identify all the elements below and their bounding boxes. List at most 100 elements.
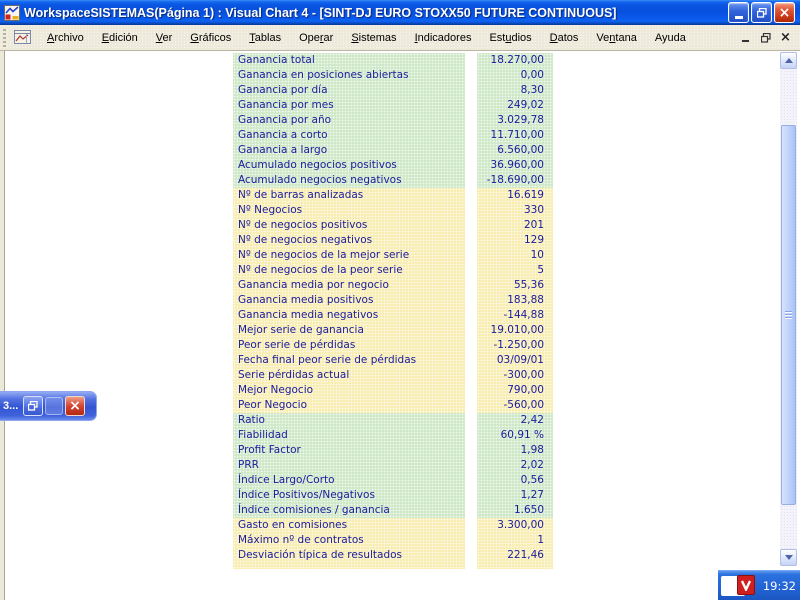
menu-item-tablas[interactable]: Tablas xyxy=(240,28,290,48)
table-row: Índice Largo/Corto 0,56 xyxy=(233,473,553,488)
table-row: Mejor serie de ganancia 19.010,00 xyxy=(233,323,553,338)
window-title: WorkspaceSISTEMAS(Página 1) : Visual Cha… xyxy=(24,5,617,20)
column-gap xyxy=(465,338,477,353)
table-row: Índice Positivos/Negativos 1,27 xyxy=(233,488,553,503)
stat-value: 6.560,00 xyxy=(477,143,553,158)
column-gap xyxy=(465,473,477,488)
minimized-close-button[interactable]: × xyxy=(65,396,85,416)
toolbar-gripper[interactable] xyxy=(3,28,6,47)
scroll-down-button[interactable] xyxy=(780,549,797,566)
minimize-button[interactable] xyxy=(728,2,749,23)
stat-label: Nº de negocios positivos xyxy=(233,218,465,233)
column-gap xyxy=(465,503,477,518)
stat-value xyxy=(477,563,553,569)
menu-item-estudios[interactable]: Estudios xyxy=(480,28,540,48)
stat-label: Mejor Negocio xyxy=(233,383,465,398)
mdi-restore-button[interactable] xyxy=(759,31,772,44)
menu-bar-container: Archivo Edición Ver Gráficos Tablas Operar Sis… xyxy=(0,25,800,51)
column-gap xyxy=(465,443,477,458)
mdi-minimize-button[interactable] xyxy=(739,31,752,44)
menu-item-ventana[interactable]: Ventana xyxy=(587,28,645,48)
stat-label: Serie pérdidas actual xyxy=(233,368,465,383)
vertical-scrollbar[interactable] xyxy=(780,52,797,566)
table-row: Ganancia por año 3.029,78 xyxy=(233,113,553,128)
taskbar-clock[interactable]: 19:32 xyxy=(763,579,796,593)
stat-value: 1,27 xyxy=(477,488,553,503)
column-gap xyxy=(465,218,477,233)
column-gap xyxy=(465,533,477,548)
menu-item-archivo[interactable]: Archivo xyxy=(38,28,93,48)
menu-item-graficos[interactable]: Gráficos xyxy=(181,28,240,48)
stat-label: Mejor serie de ganancia xyxy=(233,323,465,338)
menu-item-edicion[interactable]: Edición xyxy=(93,28,147,48)
column-gap xyxy=(465,173,477,188)
menu-item-operar[interactable]: Operar xyxy=(290,28,342,48)
table-row: Ganancia a largo 6.560,00 xyxy=(233,143,553,158)
stat-label: Índice Largo/Corto xyxy=(233,473,465,488)
table-row xyxy=(233,563,553,569)
column-gap xyxy=(465,143,477,158)
column-gap xyxy=(465,293,477,308)
tray-icon-visualchart[interactable] xyxy=(737,575,755,595)
thumb-grip-icon xyxy=(785,311,792,319)
scrollbar-thumb[interactable] xyxy=(781,125,796,505)
stat-label: Nº de negocios de la mejor serie xyxy=(233,248,465,263)
stat-value: 790,00 xyxy=(477,383,553,398)
arrow-up-icon xyxy=(784,58,793,63)
stat-value: 1.650 xyxy=(477,503,553,518)
table-row: Ganancia a corto 11.710,00 xyxy=(233,128,553,143)
menu-item-ver[interactable]: Ver xyxy=(147,28,182,48)
stat-label: Índice comisiones / ganancia xyxy=(233,503,465,518)
column-gap xyxy=(465,203,477,218)
table-row: Mejor Negocio 790,00 xyxy=(233,383,553,398)
stat-value: 201 xyxy=(477,218,553,233)
menu-item-datos[interactable]: Datos xyxy=(541,28,588,48)
stat-label: Nº de barras analizadas xyxy=(233,188,465,203)
stat-value: 11.710,00 xyxy=(477,128,553,143)
restore-icon xyxy=(756,7,767,18)
column-gap xyxy=(465,278,477,293)
document-window-icon[interactable] xyxy=(14,30,32,45)
stat-value: 249,02 xyxy=(477,98,553,113)
table-row: Profit Factor 1,98 xyxy=(233,443,553,458)
stat-value: 129 xyxy=(477,233,553,248)
window-frame-edge xyxy=(0,51,5,600)
application-window: WorkspaceSISTEMAS(Página 1) : Visual Cha… xyxy=(0,0,800,600)
stat-value: 0,56 xyxy=(477,473,553,488)
stat-label: Ganancia en posiciones abiertas xyxy=(233,68,465,83)
column-gap xyxy=(465,68,477,83)
restore-icon xyxy=(28,401,38,411)
stat-value: 183,88 xyxy=(477,293,553,308)
table-row: Ganancia total 18.270,00 xyxy=(233,53,553,68)
stat-value: -1.250,00 xyxy=(477,338,553,353)
minimized-maximize-button[interactable] xyxy=(45,397,63,415)
menu-item-sistemas[interactable]: Sistemas xyxy=(342,28,405,48)
table-row: Nº de negocios positivos 201 xyxy=(233,218,553,233)
stat-value: 55,36 xyxy=(477,278,553,293)
stat-value: 60,91 % xyxy=(477,428,553,443)
table-row: Ganancia en posiciones abiertas 0,00 xyxy=(233,68,553,83)
menu-item-ayuda[interactable]: Ayuda xyxy=(646,28,695,48)
mdi-window-controls: × xyxy=(739,31,792,44)
minimized-restore-button[interactable] xyxy=(23,396,43,416)
stat-label: Fiabilidad xyxy=(233,428,465,443)
table-row: Máximo nº de contratos 1 xyxy=(233,533,553,548)
stat-label: Peor serie de pérdidas xyxy=(233,338,465,353)
restore-button[interactable] xyxy=(751,2,772,23)
stat-label: Ganancia a corto xyxy=(233,128,465,143)
table-row: Nº Negocios 330 xyxy=(233,203,553,218)
stat-value: 5 xyxy=(477,263,553,278)
mdi-close-button[interactable]: × xyxy=(779,31,792,44)
column-gap xyxy=(465,308,477,323)
menu-item-indicadores[interactable]: Indicadores xyxy=(406,28,481,48)
stat-value: 1,98 xyxy=(477,443,553,458)
close-button[interactable]: × xyxy=(774,2,795,23)
table-row: Fecha final peor serie de pérdidas 03/09/… xyxy=(233,353,553,368)
column-gap xyxy=(465,113,477,128)
stat-label: Acumulado negocios negativos xyxy=(233,173,465,188)
menu-bar: Archivo Edición Ver Gráficos Tablas Operar Sis… xyxy=(38,28,695,48)
table-row: Desviación típica de resultados 221,46 xyxy=(233,548,553,563)
stat-label: Ganancia media negativos xyxy=(233,308,465,323)
scroll-up-button[interactable] xyxy=(780,52,797,69)
stat-value: -18.690,00 xyxy=(477,173,553,188)
